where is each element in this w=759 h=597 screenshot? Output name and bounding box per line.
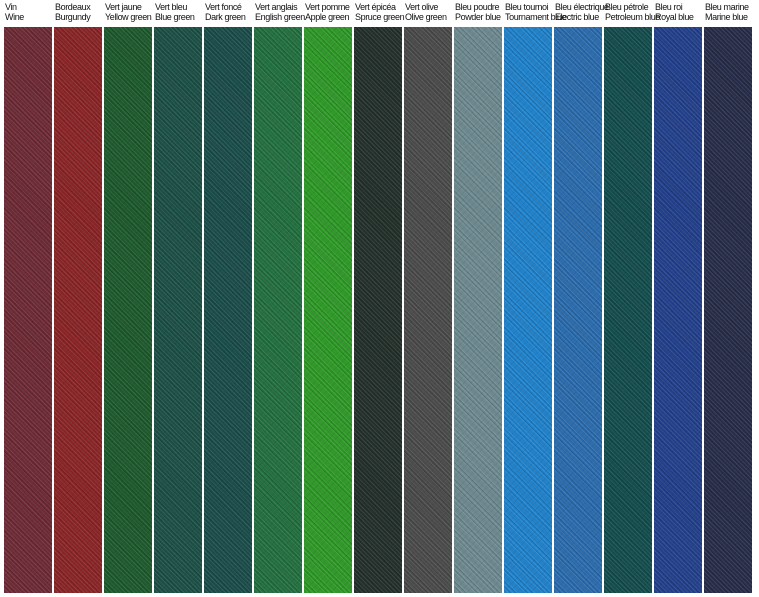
swatch-name-en: Spruce green bbox=[355, 12, 405, 22]
swatch-name-fr: Bleu poudre bbox=[455, 2, 500, 12]
swatch-column-powder-blue: Bleu poudre Powder blue bbox=[454, 0, 503, 597]
swatch-name-fr: Bleu tournoi bbox=[505, 2, 549, 12]
swatch-column-petroleum-blue: Bleu pétrole Petroleum blue bbox=[604, 0, 660, 597]
color-swatch[interactable] bbox=[654, 27, 702, 593]
swatch-name-en: Marine blue bbox=[705, 12, 748, 22]
swatch-name-fr: Vert anglais bbox=[255, 2, 298, 12]
swatch-name-en: Olive green bbox=[405, 12, 447, 22]
color-swatch[interactable] bbox=[254, 27, 302, 593]
swatch-name-en: Dark green bbox=[205, 12, 246, 22]
swatch-column-spruce-green: Vert épicéa Spruce green bbox=[354, 0, 405, 597]
swatch-name-en: Burgundy bbox=[55, 12, 91, 22]
swatch-label: Bleu roi Royal blue bbox=[655, 2, 704, 22]
swatch-name-fr: Bleu marine bbox=[705, 2, 749, 12]
color-swatch[interactable] bbox=[604, 27, 652, 593]
swatch-name-fr: Vert jaune bbox=[105, 2, 142, 12]
swatch-label: Bleu pétrole Petroleum blue bbox=[605, 2, 660, 22]
swatch-name-fr: Vert bleu bbox=[155, 2, 187, 12]
swatch-column-marine-blue: Bleu marine Marine blue bbox=[704, 0, 753, 597]
swatch-label: Bleu poudre Powder blue bbox=[455, 2, 504, 22]
swatch-column-wine: Vin Wine bbox=[4, 0, 53, 597]
swatch-name-en: Apple green bbox=[305, 12, 350, 22]
color-swatch[interactable] bbox=[504, 27, 552, 593]
swatch-name-en: Blue green bbox=[155, 12, 195, 22]
swatch-name-fr: Bordeaux bbox=[55, 2, 91, 12]
color-swatch[interactable] bbox=[4, 27, 52, 593]
swatch-column-electric-blue: Bleu électrique Electric blue bbox=[554, 0, 609, 597]
swatch-name-en: Yellow green bbox=[105, 12, 152, 22]
swatch-name-en: Royal blue bbox=[655, 12, 694, 22]
swatch-label: Bleu tournoi Tournament blue bbox=[505, 2, 567, 22]
swatch-name-fr: Vert épicéa bbox=[355, 2, 396, 12]
swatch-name-en: Tournament blue bbox=[505, 12, 567, 22]
swatch-label: Vin Wine bbox=[5, 2, 54, 22]
swatch-grid: Vin Wine Bordeaux Burgundy Vert jaune Ye… bbox=[0, 0, 759, 597]
swatch-column-blue-green: Vert bleu Blue green bbox=[154, 0, 203, 597]
color-swatch[interactable] bbox=[304, 27, 352, 593]
swatch-label: Vert pomme Apple green bbox=[305, 2, 354, 22]
color-swatch[interactable] bbox=[354, 27, 402, 593]
swatch-name-en: Electric blue bbox=[555, 12, 599, 22]
swatch-name-fr: Vin bbox=[5, 2, 17, 12]
swatch-label: Vert bleu Blue green bbox=[155, 2, 204, 22]
swatch-name-fr: Bleu pétrole bbox=[605, 2, 649, 12]
swatch-column-tournament-blue: Bleu tournoi Tournament blue bbox=[504, 0, 567, 597]
color-swatch[interactable] bbox=[704, 27, 752, 593]
swatch-column-apple-green: Vert pomme Apple green bbox=[304, 0, 353, 597]
color-swatch[interactable] bbox=[154, 27, 202, 593]
swatch-label: Vert olive Olive green bbox=[405, 2, 454, 22]
swatch-name-en: Petroleum blue bbox=[605, 12, 660, 22]
swatch-label: Vert épicéa Spruce green bbox=[355, 2, 405, 22]
swatch-name-en: English green bbox=[255, 12, 305, 22]
swatch-column-olive-green: Vert olive Olive green bbox=[404, 0, 453, 597]
color-swatch[interactable] bbox=[554, 27, 602, 593]
swatch-label: Vert anglais English green bbox=[255, 2, 305, 22]
swatch-column-dark-green: Vert foncé Dark green bbox=[204, 0, 253, 597]
swatch-label: Vert foncé Dark green bbox=[205, 2, 254, 22]
color-swatch[interactable] bbox=[404, 27, 452, 593]
color-swatch[interactable] bbox=[54, 27, 102, 593]
swatch-name-fr: Bleu électrique bbox=[555, 2, 609, 12]
swatch-label: Vert jaune Yellow green bbox=[105, 2, 154, 22]
color-swatch[interactable] bbox=[454, 27, 502, 593]
swatch-column-yellow-green: Vert jaune Yellow green bbox=[104, 0, 153, 597]
swatch-name-fr: Vert pomme bbox=[305, 2, 350, 12]
swatch-label: Bleu électrique Electric blue bbox=[555, 2, 609, 22]
swatch-column-english-green: Vert anglais English green bbox=[254, 0, 305, 597]
swatch-name-en: Powder blue bbox=[455, 12, 501, 22]
swatch-column-royal-blue: Bleu roi Royal blue bbox=[654, 0, 703, 597]
swatch-column-burgundy: Bordeaux Burgundy bbox=[54, 0, 103, 597]
swatch-name-fr: Bleu roi bbox=[655, 2, 683, 12]
swatch-label: Bleu marine Marine blue bbox=[705, 2, 754, 22]
swatch-label: Bordeaux Burgundy bbox=[55, 2, 104, 22]
color-swatch[interactable] bbox=[204, 27, 252, 593]
color-swatch[interactable] bbox=[104, 27, 152, 593]
swatch-name-fr: Vert foncé bbox=[205, 2, 242, 12]
swatch-name-fr: Vert olive bbox=[405, 2, 439, 12]
swatch-name-en: Wine bbox=[5, 12, 24, 22]
